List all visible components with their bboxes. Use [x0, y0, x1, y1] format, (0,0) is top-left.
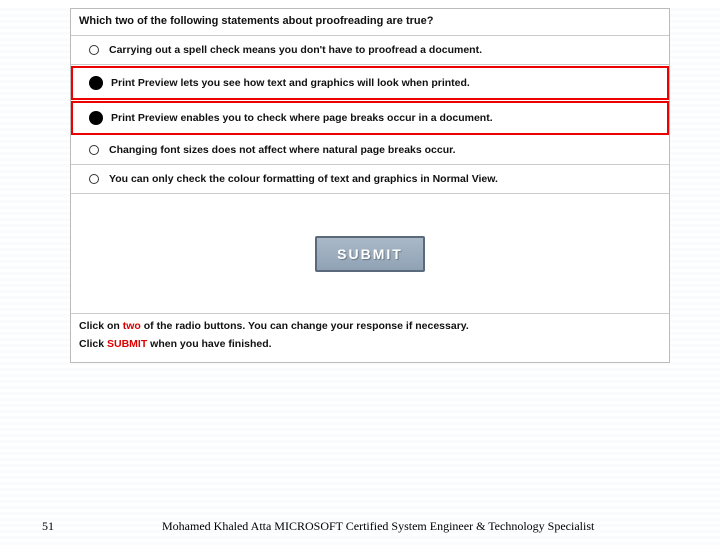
submit-button[interactable]: SUBMIT	[315, 236, 425, 272]
instruction-line-1: Click on two of the radio buttons. You c…	[79, 320, 661, 332]
radio-empty-icon[interactable]	[89, 145, 99, 155]
option-row-4[interactable]: Changing font sizes does not affect wher…	[71, 136, 669, 165]
question-suffix: ?	[427, 15, 434, 27]
question-middle: of the following statements about proofr…	[134, 15, 406, 27]
option-label: Changing font sizes does not affect wher…	[109, 144, 661, 156]
option-row-2[interactable]: Print Preview lets you see how text and …	[71, 66, 669, 100]
instructions-block: Click on two of the radio buttons. You c…	[71, 314, 669, 362]
radio-empty-icon[interactable]	[89, 174, 99, 184]
radio-cell	[79, 45, 109, 55]
option-row-5[interactable]: You can only check the colour formatting…	[71, 165, 669, 194]
option-label: Carrying out a spell check means you don…	[109, 44, 661, 56]
question-text: Which two of the following statements ab…	[71, 9, 669, 36]
quiz-panel: Which two of the following statements ab…	[70, 8, 670, 363]
instr-text: Click on	[79, 320, 123, 332]
question-prefix: Which	[79, 15, 115, 27]
instr-keyword-submit: SUBMIT	[107, 338, 147, 350]
option-label: You can only check the colour formatting…	[109, 173, 661, 185]
option-row-1[interactable]: Carrying out a spell check means you don…	[71, 36, 669, 65]
footer: 51 Mohamed Khaled Atta MICROSOFT Certifi…	[0, 519, 720, 534]
instr-text: of the radio buttons. You can change you…	[141, 320, 469, 332]
radio-empty-icon[interactable]	[89, 45, 99, 55]
radio-cell	[81, 111, 111, 125]
radio-filled-icon[interactable]	[89, 76, 103, 90]
question-keyword-two: two	[115, 15, 134, 27]
instr-keyword-two: two	[123, 320, 141, 332]
submit-area: SUBMIT	[71, 194, 669, 314]
radio-cell	[81, 76, 111, 90]
instr-text: Click	[79, 338, 107, 350]
radio-cell	[79, 174, 109, 184]
instr-text: when you have finished.	[147, 338, 271, 350]
option-label: Print Preview lets you see how text and …	[111, 77, 659, 89]
radio-filled-icon[interactable]	[89, 111, 103, 125]
page-number: 51	[42, 519, 122, 534]
option-label: Print Preview enables you to check where…	[111, 112, 659, 124]
radio-cell	[79, 145, 109, 155]
footer-credit: Mohamed Khaled Atta MICROSOFT Certified …	[122, 519, 690, 534]
option-row-3[interactable]: Print Preview enables you to check where…	[71, 101, 669, 135]
question-keyword-true: true	[406, 15, 427, 27]
instruction-line-2: Click SUBMIT when you have finished.	[79, 338, 661, 350]
